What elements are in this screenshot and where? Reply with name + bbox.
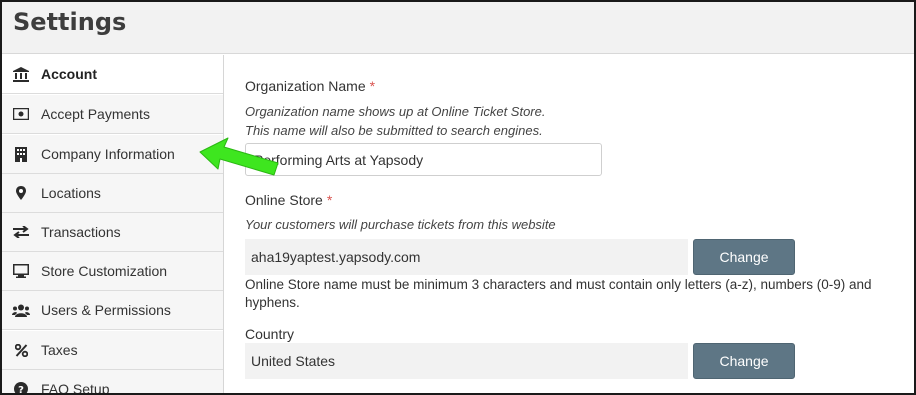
online-store-note: Online Store name must be minimum 3 char… bbox=[245, 277, 872, 310]
sidebar-item-label: Account bbox=[41, 66, 97, 82]
sidebar-item-store-customization[interactable]: Store Customization bbox=[2, 252, 223, 291]
sidebar-item-locations[interactable]: Locations bbox=[2, 174, 223, 213]
required-mark: * bbox=[326, 192, 333, 208]
money-icon bbox=[12, 106, 30, 122]
building-icon bbox=[12, 146, 30, 162]
org-name-label-text: Organization Name bbox=[245, 78, 366, 94]
sidebar-item-label: Accept Payments bbox=[41, 106, 150, 122]
settings-sidebar: Account Accept Payments Company Informat… bbox=[2, 55, 224, 395]
sidebar-item-label: Transactions bbox=[41, 224, 121, 240]
sidebar-item-taxes[interactable]: Taxes bbox=[2, 331, 223, 370]
sidebar-item-label: FAQ Setup bbox=[41, 381, 110, 395]
bank-icon bbox=[12, 66, 30, 82]
svg-text:?: ? bbox=[18, 385, 24, 395]
org-name-label: Organization Name * bbox=[245, 78, 375, 94]
required-mark: * bbox=[369, 78, 376, 94]
sidebar-item-faq-setup[interactable]: ? FAQ Setup bbox=[2, 370, 223, 395]
sidebar-item-label: Users & Permissions bbox=[41, 302, 171, 318]
change-store-button[interactable]: Change bbox=[693, 239, 795, 275]
sidebar-item-users-permissions[interactable]: Users & Permissions bbox=[2, 291, 223, 330]
online-store-label: Online Store * bbox=[245, 192, 332, 208]
page-title: Settings bbox=[13, 8, 127, 36]
question-circle-icon: ? bbox=[12, 381, 30, 395]
sidebar-item-label: Taxes bbox=[41, 342, 78, 358]
org-name-input[interactable] bbox=[245, 143, 602, 176]
settings-window: Settings Account Accept Payments Company… bbox=[0, 0, 916, 395]
sidebar-item-label: Store Customization bbox=[41, 263, 168, 279]
country-label: Country bbox=[245, 326, 295, 342]
org-name-help-line2: This name will also be submitted to sear… bbox=[245, 123, 543, 138]
org-name-help-line1: Organization name shows up at Online Tic… bbox=[245, 104, 546, 119]
online-store-label-text: Online Store bbox=[245, 192, 323, 208]
sidebar-item-label: Locations bbox=[41, 185, 101, 201]
green-arrow-annotation bbox=[199, 137, 279, 176]
sidebar-item-company-information[interactable]: Company Information bbox=[2, 135, 223, 174]
online-store-help: Your customers will purchase tickets fro… bbox=[245, 217, 556, 232]
settings-form: Organization Name * Organization name sho… bbox=[245, 55, 905, 393]
sidebar-item-transactions[interactable]: Transactions bbox=[2, 213, 223, 252]
org-name-help: Organization name shows up at Online Tic… bbox=[245, 102, 545, 140]
sidebar-item-accept-payments[interactable]: Accept Payments bbox=[2, 95, 223, 134]
online-store-value: aha19yaptest.yapsody.com bbox=[245, 239, 688, 275]
map-marker-icon bbox=[12, 185, 30, 201]
desktop-icon bbox=[12, 263, 30, 279]
users-icon bbox=[12, 302, 30, 318]
exchange-icon bbox=[12, 224, 30, 240]
sidebar-item-account[interactable]: Account bbox=[2, 55, 223, 94]
sidebar-item-label: Company Information bbox=[41, 146, 175, 162]
percent-icon bbox=[12, 342, 30, 358]
country-value: United States bbox=[245, 343, 688, 379]
header-bar: Settings bbox=[2, 2, 914, 54]
change-country-button[interactable]: Change bbox=[693, 343, 795, 379]
